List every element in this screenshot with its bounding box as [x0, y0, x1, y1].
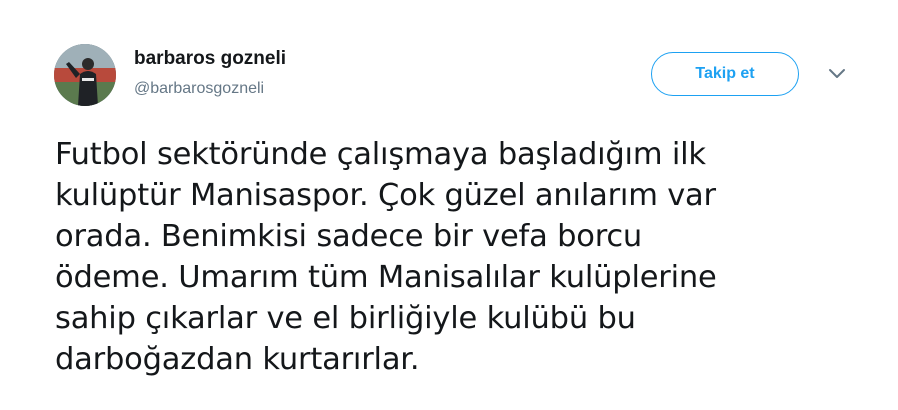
follow-button[interactable]: Takip et [651, 52, 799, 96]
avatar[interactable] [54, 44, 116, 106]
tweet-text-line: kulüptür Manisaspor. Çok güzel anılarım … [55, 178, 716, 213]
user-name[interactable]: barbaros gozneli [134, 48, 286, 70]
tweet-card: barbaros gozneli @barbarosgozneli Takip … [0, 0, 898, 410]
tweet-text-line: orada. Benimkisi sadece bir vefa borcu [55, 219, 643, 254]
tweet-text-line: darboğazdan kurtarırlar. [55, 342, 420, 377]
tweet-text-line: ödeme. Umarım tüm Manisalılar kulüplerin… [55, 260, 717, 295]
tweet-text-line: sahip çıkarlar ve el birliğiyle kulübü b… [55, 301, 636, 336]
tweet-text: Futbol sektöründe çalışmaya başladığım i… [55, 134, 855, 380]
avatar-photo-icon [54, 44, 116, 106]
user-handle[interactable]: @barbarosgozneli [134, 80, 264, 98]
tweet-text-line: Futbol sektöründe çalışmaya başladığım i… [55, 137, 706, 172]
chevron-down-icon[interactable] [826, 66, 848, 82]
